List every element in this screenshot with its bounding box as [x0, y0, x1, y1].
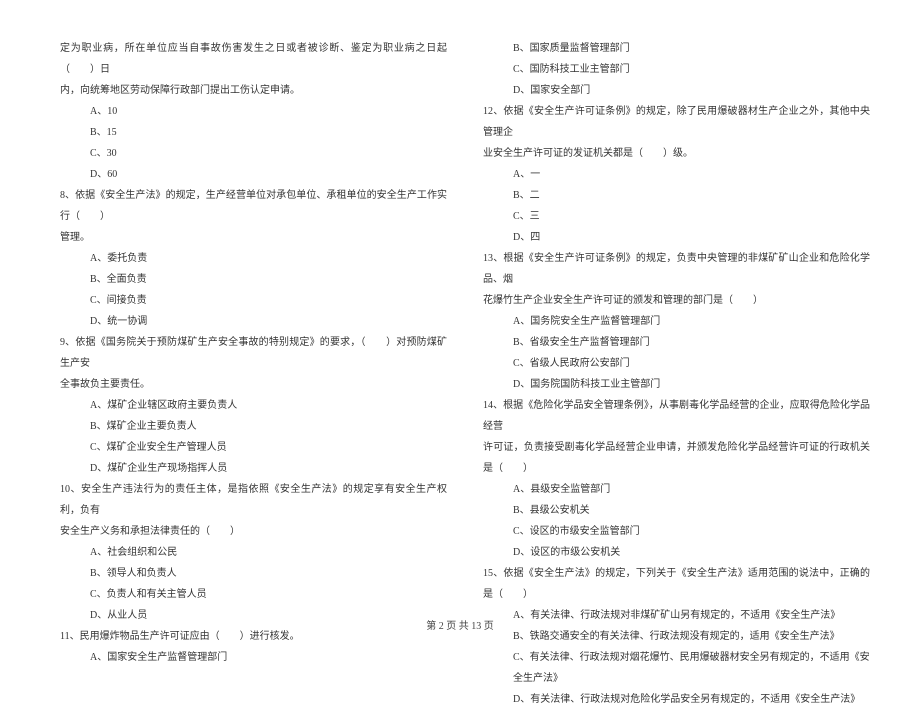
q14-text-line2: 许可证，负责接受剧毒化学品经营企业申请，并颁发危险化学品经营许可证的行政机关是（…	[483, 437, 870, 479]
right-column: B、国家质量监督管理部门 C、国防科技工业主管部门 D、国家安全部门 12、依据…	[483, 38, 870, 566]
q8-option-a: A、委托负责	[60, 248, 447, 269]
q7-text-line1: 定为职业病，所在单位应当自事故伤害发生之日或者被诊断、鉴定为职业病之日起（ ）日	[60, 38, 447, 80]
q7-option-a: A、10	[60, 101, 447, 122]
q9-option-a: A、煤矿企业辖区政府主要负责人	[60, 395, 447, 416]
q11-option-a: A、国家安全生产监督管理部门	[60, 647, 447, 668]
q13-text-line2: 花爆竹生产企业安全生产许可证的颁发和管理的部门是（ ）	[483, 290, 870, 311]
q11-option-c: C、国防科技工业主管部门	[483, 59, 870, 80]
q8-option-b: B、全面负责	[60, 269, 447, 290]
q9-option-d: D、煤矿企业生产现场指挥人员	[60, 458, 447, 479]
q15-option-d: D、有关法律、行政法规对危险化学品安全另有规定的，不适用《安全生产法》	[483, 689, 870, 710]
q14-option-b: B、县级公安机关	[483, 500, 870, 521]
q13-option-d: D、国务院国防科技工业主管部门	[483, 374, 870, 395]
page-footer: 第 2 页 共 13 页	[0, 617, 920, 632]
q12-text-line1: 12、依据《安全生产许可证条例》的规定，除了民用爆破器材生产企业之外，其他中央管…	[483, 101, 870, 143]
q9-text-line1: 9、依据《国务院关于预防煤矿生产安全事故的特别规定》的要求，（ ）对预防煤矿生产…	[60, 332, 447, 374]
q15-option-c: C、有关法律、行政法规对烟花爆竹、民用爆破器材安全另有规定的，不适用《安全生产法…	[483, 647, 870, 689]
q7-option-b: B、15	[60, 122, 447, 143]
q13-option-a: A、国务院安全生产监督管理部门	[483, 311, 870, 332]
q8-text-line2: 管理。	[60, 227, 447, 248]
q15-text-line1: 15、依据《安全生产法》的规定，下列关于《安全生产法》适用范围的说法中，正确的是…	[483, 563, 870, 605]
q8-option-c: C、间接负责	[60, 290, 447, 311]
q14-option-c: C、设区的市级安全监管部门	[483, 521, 870, 542]
q9-option-b: B、煤矿企业主要负责人	[60, 416, 447, 437]
q12-option-c: C、三	[483, 206, 870, 227]
q12-option-a: A、一	[483, 164, 870, 185]
q14-option-a: A、县级安全监管部门	[483, 479, 870, 500]
q14-option-d: D、设区的市级公安机关	[483, 542, 870, 563]
q12-option-b: B、二	[483, 185, 870, 206]
q10-text-line2: 安全生产义务和承担法律责任的（ ）	[60, 521, 447, 542]
q10-option-b: B、领导人和负责人	[60, 563, 447, 584]
q7-option-c: C、30	[60, 143, 447, 164]
q11-option-d: D、国家安全部门	[483, 80, 870, 101]
q11-option-b: B、国家质量监督管理部门	[483, 38, 870, 59]
q7-text-line2: 内，向统筹地区劳动保障行政部门提出工伤认定申请。	[60, 80, 447, 101]
page-container: 定为职业病，所在单位应当自事故伤害发生之日或者被诊断、鉴定为职业病之日起（ ）日…	[0, 0, 920, 596]
q7-option-d: D、60	[60, 164, 447, 185]
q13-option-b: B、省级安全生产监督管理部门	[483, 332, 870, 353]
q12-option-d: D、四	[483, 227, 870, 248]
q9-option-c: C、煤矿企业安全生产管理人员	[60, 437, 447, 458]
q10-text-line1: 10、安全生产违法行为的责任主体，是指依照《安全生产法》的规定享有安全生产权利，…	[60, 479, 447, 521]
q9-text-line2: 全事故负主要责任。	[60, 374, 447, 395]
q13-option-c: C、省级人民政府公安部门	[483, 353, 870, 374]
q14-text-line1: 14、根据《危险化学品安全管理条例》，从事剧毒化学品经营的企业，应取得危险化学品…	[483, 395, 870, 437]
q8-option-d: D、统一协调	[60, 311, 447, 332]
q13-text-line1: 13、根据《安全生产许可证条例》的规定，负责中央管理的非煤矿矿山企业和危险化学品…	[483, 248, 870, 290]
q8-text-line1: 8、依据《安全生产法》的规定，生产经营单位对承包单位、承租单位的安全生产工作实行…	[60, 185, 447, 227]
q12-text-line2: 业安全生产许可证的发证机关都是（ ）级。	[483, 143, 870, 164]
left-column: 定为职业病，所在单位应当自事故伤害发生之日或者被诊断、鉴定为职业病之日起（ ）日…	[60, 38, 447, 566]
q10-option-c: C、负责人和有关主管人员	[60, 584, 447, 605]
q10-option-a: A、社会组织和公民	[60, 542, 447, 563]
